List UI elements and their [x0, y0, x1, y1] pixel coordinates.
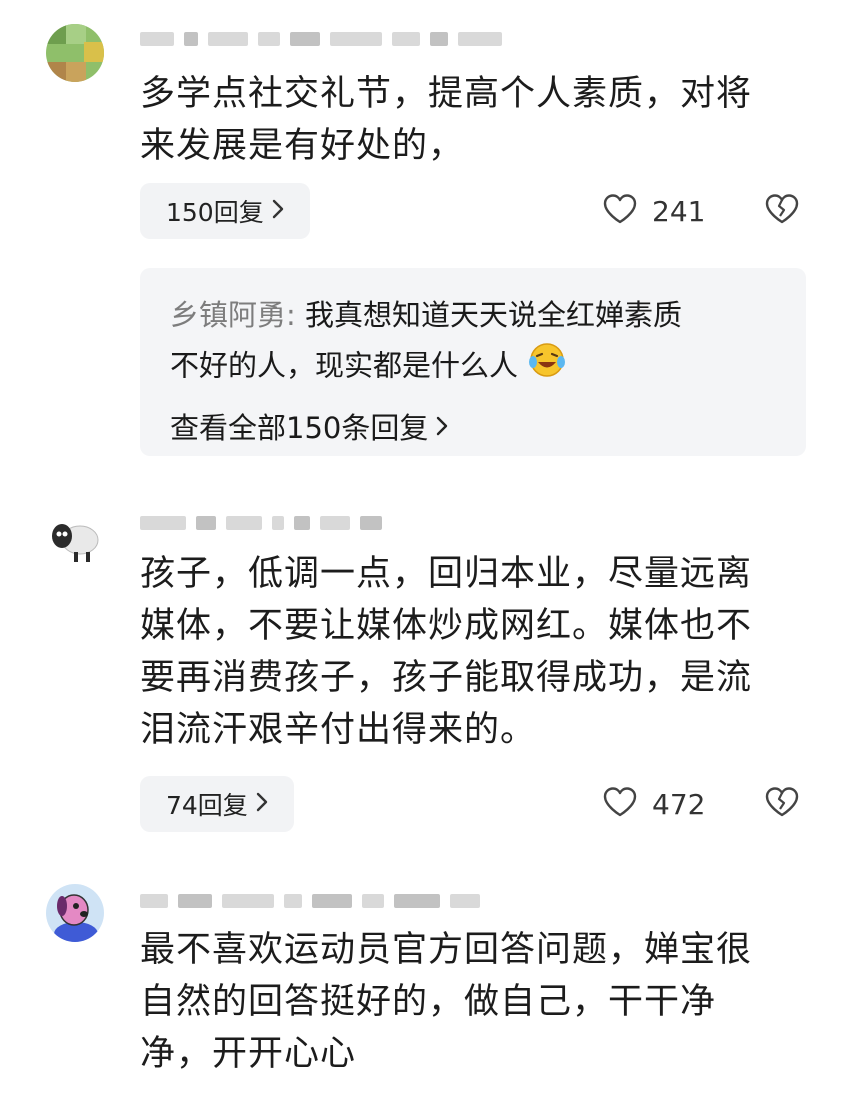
- comment-text-line: 多学点社交礼节，提高个人素质，对将: [140, 74, 753, 114]
- top-reply-line: 乡镇阿勇: 我真想知道天天说全红婵素质: [170, 290, 776, 340]
- username-blurred: [140, 890, 480, 912]
- reply-separator: :: [286, 298, 306, 332]
- comment-text-line: 最不喜欢运动员官方回答问题，婵宝很: [140, 930, 753, 970]
- comment-text-line: 自然的回答挺好的，做自己，干干净: [140, 982, 717, 1022]
- heart-outline-icon: [602, 193, 638, 229]
- view-all-label: 查看全部150条回复: [170, 411, 429, 445]
- like-button[interactable]: 241: [602, 183, 705, 239]
- replies-button[interactable]: 74回复: [140, 776, 294, 832]
- avatar[interactable]: [46, 24, 104, 82]
- like-count: 472: [652, 787, 706, 821]
- comment-text-line: 媒体，不要让媒体炒成网红。媒体也不: [140, 606, 753, 646]
- top-reply-box[interactable]: 乡镇阿勇: 我真想知道天天说全红婵素质 不好的人，现实都是什么人 查看全部150…: [140, 268, 806, 456]
- comment-text-line: 泪流汗艰辛付出得来的。: [140, 710, 537, 750]
- avatar[interactable]: [46, 884, 104, 942]
- comment-text-line: 要再消费孩子，孩子能取得成功，是流: [140, 658, 753, 698]
- comment-text: 孩子，低调一点，回归本业，尽量远离 媒体，不要让媒体炒成网红。媒体也不 要再消费…: [140, 548, 790, 756]
- comment-text: 最不喜欢运动员官方回答问题，婵宝很 自然的回答挺好的，做自己，干干净 净，开开心…: [140, 924, 790, 1080]
- chevron-right-icon: [272, 197, 284, 225]
- reply-text: 我真想知道天天说全红婵素质: [305, 298, 683, 332]
- top-reply-line: 不好的人，现实都是什么人: [170, 340, 776, 395]
- replies-label: 150回复: [166, 198, 264, 227]
- avatar[interactable]: [46, 510, 104, 568]
- replies-label: 74回复: [166, 791, 248, 820]
- username-blurred: [140, 28, 502, 50]
- comment-text-line: 净，开开心心: [140, 1034, 357, 1074]
- username-blurred: [140, 512, 382, 534]
- comment-text: 多学点社交礼节，提高个人素质，对将 来发展是有好处的，: [140, 68, 790, 172]
- dislike-button[interactable]: [764, 776, 800, 832]
- comment-text-line: 来发展是有好处的，: [140, 126, 465, 166]
- dislike-button[interactable]: [764, 183, 800, 239]
- view-all-replies-link[interactable]: 查看全部150条回复: [170, 403, 448, 453]
- reply-author[interactable]: 乡镇阿勇: [170, 298, 286, 332]
- like-count: 241: [652, 194, 706, 228]
- like-button[interactable]: 472: [602, 776, 705, 832]
- broken-heart-icon: [764, 786, 800, 822]
- heart-outline-icon: [602, 786, 638, 822]
- replies-button[interactable]: 150回复: [140, 183, 310, 239]
- chevron-right-icon: [256, 790, 268, 818]
- comment-text-line: 孩子，低调一点，回归本业，尽量远离: [140, 554, 753, 594]
- chevron-right-icon: [436, 403, 448, 453]
- broken-heart-icon: [764, 193, 800, 229]
- laughing-crying-emoji-icon: [527, 340, 567, 395]
- reply-text: 不好的人，现实都是什么人: [170, 348, 519, 383]
